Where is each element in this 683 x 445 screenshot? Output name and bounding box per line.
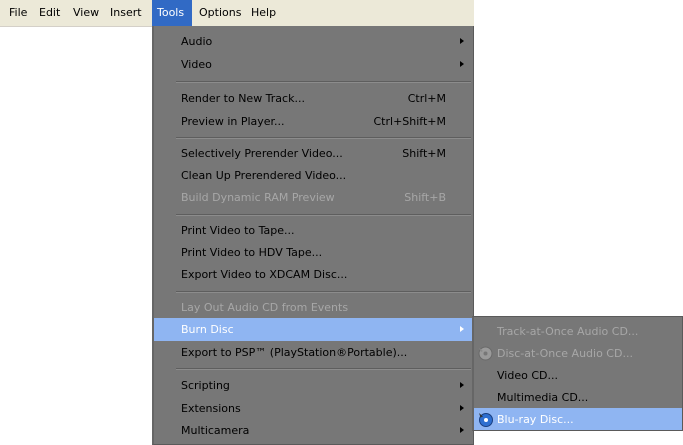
menu-item-export-xdcam[interactable]: Export Video to XDCAM Disc... bbox=[154, 263, 473, 286]
tools-menu: Audio Video Render to New Track... Ctrl+… bbox=[152, 26, 474, 445]
menu-separator bbox=[176, 137, 471, 139]
menu-item-label: Scripting bbox=[181, 379, 230, 392]
menu-item-label: Video CD... bbox=[497, 369, 558, 382]
menu-item-label: Print Video to HDV Tape... bbox=[181, 246, 323, 259]
menu-item-selectively-prerender[interactable]: Selectively Prerender Video... Shift+M bbox=[154, 142, 473, 165]
shortcut-label: Shift+M bbox=[402, 147, 446, 160]
menu-separator bbox=[176, 214, 471, 216]
shortcut-label: Ctrl+Shift+M bbox=[373, 115, 447, 128]
menu-item-label: Build Dynamic RAM Preview bbox=[181, 191, 335, 204]
menu-item-layout-audio-cd: Lay Out Audio CD from Events bbox=[154, 296, 473, 319]
menu-item-disc-at-once: Disc-at-Once Audio CD... bbox=[474, 342, 682, 365]
menu-item-label: Video bbox=[181, 58, 212, 71]
menu-item-label: Burn Disc bbox=[181, 323, 234, 336]
menu-item-multimedia-cd[interactable]: Multimedia CD... bbox=[474, 386, 682, 409]
menu-edit[interactable]: Edit bbox=[34, 0, 65, 26]
menu-separator bbox=[176, 81, 471, 83]
submenu-arrow-icon bbox=[460, 405, 464, 411]
menu-item-track-at-once: Track-at-Once Audio CD... bbox=[474, 320, 682, 343]
menu-item-scripting[interactable]: Scripting bbox=[154, 374, 473, 397]
menu-item-label: Audio bbox=[181, 35, 213, 48]
menu-item-label: Blu-ray Disc... bbox=[497, 413, 574, 426]
menu-item-bluray[interactable]: Blu-ray Disc... bbox=[474, 408, 682, 430]
menu-item-multicamera[interactable]: Multicamera bbox=[154, 419, 473, 442]
menu-insert[interactable]: Insert bbox=[105, 0, 147, 26]
submenu-arrow-icon bbox=[460, 326, 464, 332]
menu-item-label: Export Video to XDCAM Disc... bbox=[181, 268, 348, 281]
menu-item-extensions[interactable]: Extensions bbox=[154, 397, 473, 420]
menu-item-label: Render to New Track... bbox=[181, 92, 305, 105]
menu-item-export-psp[interactable]: Export to PSP™ (PlayStation®Portable)... bbox=[154, 341, 473, 364]
menu-item-label: Lay Out Audio CD from Events bbox=[181, 301, 349, 314]
menu-separator bbox=[176, 291, 471, 293]
menu-item-label: Track-at-Once Audio CD... bbox=[497, 325, 639, 338]
menu-separator bbox=[176, 368, 471, 370]
submenu-arrow-icon bbox=[460, 427, 464, 433]
menu-item-print-hdv[interactable]: Print Video to HDV Tape... bbox=[154, 241, 473, 264]
submenu-arrow-icon bbox=[460, 61, 464, 67]
menu-item-print-tape[interactable]: Print Video to Tape... bbox=[154, 219, 473, 242]
menu-item-label: Preview in Player... bbox=[181, 115, 285, 128]
menu-item-label: Print Video to Tape... bbox=[181, 224, 295, 237]
menu-item-clean-up-prerendered[interactable]: Clean Up Prerendered Video... bbox=[154, 164, 473, 187]
menu-item-label: Multicamera bbox=[181, 424, 250, 437]
menu-bar: File Edit View Insert Tools Options Help bbox=[0, 0, 474, 27]
menu-item-preview-player[interactable]: Preview in Player... Ctrl+Shift+M bbox=[154, 110, 473, 133]
menu-view[interactable]: View bbox=[68, 0, 104, 26]
bluray-disc-icon bbox=[478, 412, 493, 427]
shortcut-label: Shift+B bbox=[404, 191, 446, 204]
disc-burn-icon bbox=[478, 346, 493, 361]
shortcut-label: Ctrl+M bbox=[407, 92, 446, 105]
menu-item-audio[interactable]: Audio bbox=[154, 30, 473, 53]
menu-item-label: Disc-at-Once Audio CD... bbox=[497, 347, 633, 360]
menu-options[interactable]: Options bbox=[194, 0, 246, 26]
menu-item-video-cd[interactable]: Video CD... bbox=[474, 364, 682, 387]
menu-file[interactable]: File bbox=[4, 0, 32, 26]
menu-item-label: Clean Up Prerendered Video... bbox=[181, 169, 347, 182]
menu-help[interactable]: Help bbox=[246, 0, 281, 26]
menu-item-burn-disc[interactable]: Burn Disc bbox=[154, 318, 473, 341]
submenu-arrow-icon bbox=[460, 38, 464, 44]
menu-item-label: Selectively Prerender Video... bbox=[181, 147, 343, 160]
menu-item-label: Export to PSP™ (PlayStation®Portable)... bbox=[181, 346, 408, 359]
menu-item-video[interactable]: Video bbox=[154, 53, 473, 76]
menu-item-label: Multimedia CD... bbox=[497, 391, 589, 404]
menu-tools[interactable]: Tools bbox=[152, 0, 192, 26]
submenu-arrow-icon bbox=[460, 382, 464, 388]
menu-item-render-new-track[interactable]: Render to New Track... Ctrl+M bbox=[154, 87, 473, 110]
burn-disc-submenu: Track-at-Once Audio CD... Disc-at-Once A… bbox=[472, 316, 683, 431]
menu-item-build-ram-preview: Build Dynamic RAM Preview Shift+B bbox=[154, 186, 473, 209]
menu-item-label: Extensions bbox=[181, 402, 241, 415]
